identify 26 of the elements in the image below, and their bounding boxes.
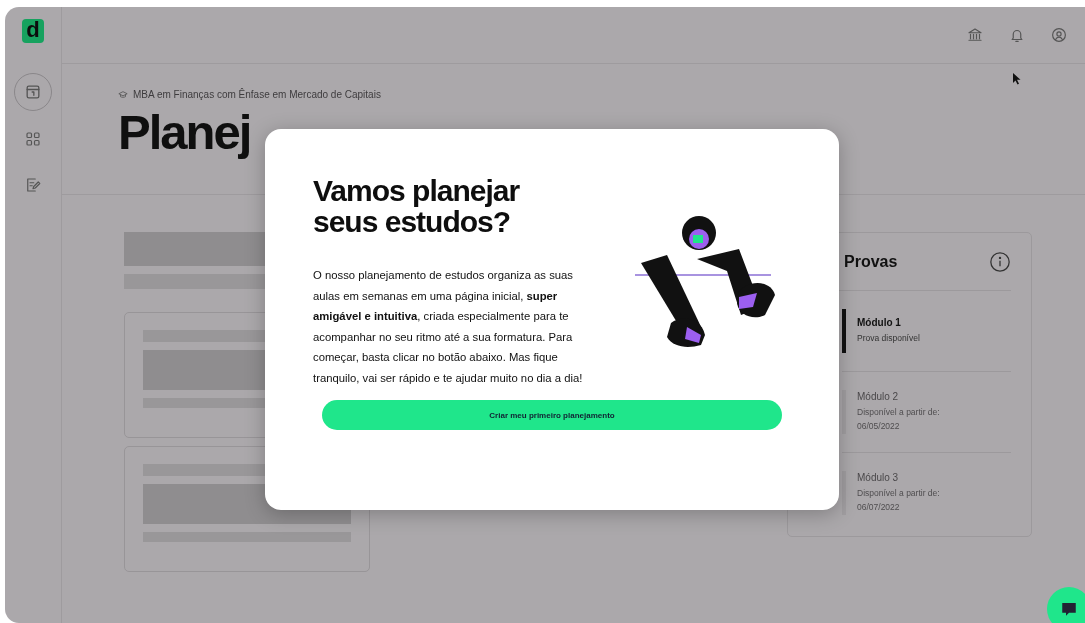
chat-bubble-icon [1060, 600, 1078, 618]
module-status: Prova disponível [857, 332, 920, 345]
info-icon[interactable] [989, 250, 1011, 273]
create-plan-button[interactable]: Criar meu primeiro planejamento [322, 400, 782, 430]
module-title: Módulo 2 [857, 391, 900, 402]
graduation-cap-icon [118, 89, 128, 100]
module-thumbnail [842, 309, 846, 353]
breadcrumb[interactable]: MBA em Finanças com Ênfase em Mercado de Capitais [133, 89, 381, 100]
exam-item[interactable]: Módulo 1 Prova disponível [842, 291, 1011, 372]
module-title: Módulo 1 [857, 317, 902, 328]
module-status: Disponível a partir de: 06/07/2022 [857, 487, 940, 514]
modal-description: O nosso planejamento de estudos organiza as suas aulas em semanas em uma página inicial, super amigável e intuitiva, criada especialmente para te acompanhar no seu ritmo até a sua formatura. Para começar, basta clicar no botão abaixo. Mas fique tranquilo, vai ser rápido e te ajudar muito no dia a dia! [313, 268, 584, 386]
exam-item[interactable]: Módulo 3 Disponível a partir de: 06/07/2022 [842, 453, 1011, 533]
grid-icon[interactable] [24, 130, 42, 148]
logo[interactable]: d [22, 19, 44, 43]
module-status: Disponível a partir de: 06/05/2022 [857, 406, 940, 433]
chat-button[interactable] [1047, 587, 1085, 623]
page-title: Planej [118, 108, 252, 157]
card-title: Provas [844, 252, 898, 271]
mouse-cursor-icon [1013, 73, 1021, 85]
modal-title: Vamos planejar seus estudos? [313, 175, 521, 237]
user-icon[interactable] [1050, 26, 1068, 44]
module-title: Módulo 3 [857, 472, 900, 483]
bank-icon[interactable] [966, 26, 984, 44]
exam-item[interactable]: Módulo 2 Disponível a partir de: 06/05/2022 [842, 372, 1011, 453]
edit-note-icon[interactable] [24, 176, 42, 194]
